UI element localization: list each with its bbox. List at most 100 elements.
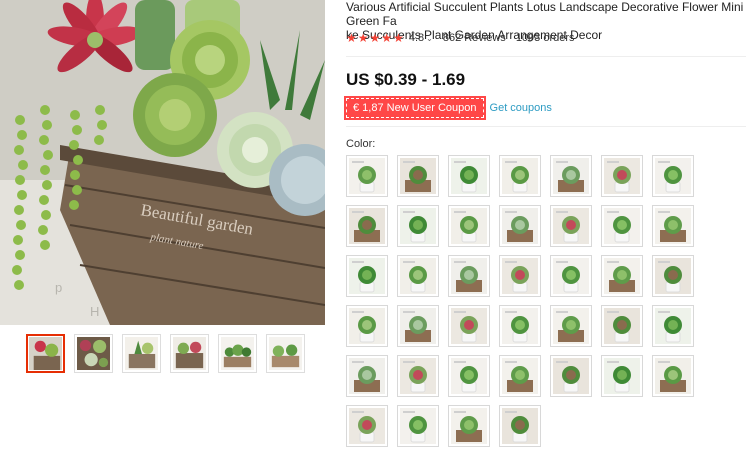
swatch-thumbnail — [502, 358, 538, 394]
color-swatch-jade-sprig[interactable] — [652, 305, 694, 347]
price: US $0.39 - 1.69 — [346, 70, 466, 89]
divider — [346, 56, 746, 57]
swatch-thumbnail — [400, 158, 436, 194]
color-swatch-barrel-cactus[interactable] — [550, 355, 592, 397]
succulent-arrangement-photo: Beautiful garden plant nature p H — [0, 0, 325, 325]
swatch-thumbnail — [400, 208, 436, 244]
color-swatch-coin-leaf[interactable] — [601, 305, 643, 347]
swatch-thumbnail — [451, 358, 487, 394]
chevron-down-icon[interactable]: ⌄ — [426, 34, 433, 43]
color-swatch-moss-box[interactable] — [499, 305, 541, 347]
swatch-thumbnail — [655, 358, 691, 394]
color-swatch-green-burst[interactable] — [397, 405, 439, 447]
color-swatch-round-rosette[interactable] — [652, 155, 694, 197]
color-swatch-small-leaf[interactable] — [448, 255, 490, 297]
color-swatch-potted-spiky[interactable] — [499, 155, 541, 197]
thumbnail-1[interactable] — [26, 334, 65, 373]
swatch-thumbnail — [502, 258, 538, 294]
color-swatch-yellow-flower[interactable] — [346, 405, 388, 447]
thumbnail-3[interactable] — [122, 334, 161, 373]
thumbnail-image — [173, 337, 206, 370]
color-swatch-clustered-buds[interactable] — [652, 355, 694, 397]
main-product-image[interactable]: Beautiful garden plant nature p H — [0, 0, 325, 325]
color-swatch-white-pot-rosette[interactable] — [601, 205, 643, 247]
thumbnail-2[interactable] — [74, 334, 113, 373]
star-icon: ★ — [346, 31, 357, 45]
color-swatch-tiny-succulent[interactable] — [499, 255, 541, 297]
swatch-thumbnail — [349, 208, 385, 244]
color-swatch-ball-cluster[interactable] — [448, 355, 490, 397]
color-swatch-tall-echeveria[interactable] — [601, 255, 643, 297]
rating-row: ★ ★ ★ ★ ★ 4.8 ⌄ 862 Reviews 1093 orders — [346, 32, 575, 44]
color-swatch-tall-grass[interactable] — [397, 355, 439, 397]
color-swatch-pink-pot-plant[interactable] — [346, 205, 388, 247]
color-swatch-dense-rosette[interactable] — [448, 305, 490, 347]
watermark-letter: H — [90, 304, 99, 319]
color-swatch-large-lotus[interactable] — [550, 305, 592, 347]
swatch-thumbnail — [553, 358, 589, 394]
color-swatch-cactus-trio[interactable] — [550, 255, 592, 297]
swatch-thumbnail — [502, 308, 538, 344]
color-swatch-spiky-grass[interactable] — [448, 205, 490, 247]
color-swatch-tall-plant-pink[interactable] — [499, 405, 541, 447]
color-swatch-pink-pot-stem[interactable] — [448, 405, 490, 447]
thumbnail-image — [77, 337, 110, 370]
color-swatch-star-rosette[interactable] — [397, 255, 439, 297]
thumbnail-image — [125, 337, 158, 370]
swatch-thumbnail — [400, 408, 436, 444]
color-swatch-spiky-aloe[interactable] — [499, 355, 541, 397]
swatch-thumbnail — [655, 308, 691, 344]
star-icon: ★ — [357, 31, 369, 45]
swatch-thumbnail — [502, 208, 538, 244]
swatch-thumbnail — [451, 258, 487, 294]
swatch-thumbnail — [604, 208, 640, 244]
color-label: Color: — [346, 138, 376, 150]
thumbnail-4[interactable] — [170, 334, 209, 373]
coupon-row: € 1,87 New User Coupon Get coupons — [344, 96, 552, 120]
product-gallery: Beautiful garden plant nature p H — [0, 0, 335, 457]
swatch-thumbnail — [604, 308, 640, 344]
swatch-thumbnail — [553, 158, 589, 194]
rating-stars: ★ ★ ★ ★ ★ — [346, 32, 404, 44]
color-swatch-gray-rosette[interactable] — [550, 155, 592, 197]
swatch-thumbnail — [604, 258, 640, 294]
thumbnail-5[interactable] — [218, 334, 257, 373]
swatch-thumbnail — [502, 158, 538, 194]
divider — [346, 126, 746, 127]
swatch-thumbnail — [349, 308, 385, 344]
thumbnail-image — [269, 337, 302, 370]
swatch-thumbnail — [604, 358, 640, 394]
swatch-thumbnail — [655, 208, 691, 244]
color-swatch-agave-star[interactable] — [550, 205, 592, 247]
new-user-coupon-badge[interactable]: € 1,87 New User Coupon — [344, 96, 486, 120]
color-swatch-green-cluster[interactable] — [448, 155, 490, 197]
star-icon: ★ — [381, 31, 393, 45]
swatch-thumbnail — [553, 258, 589, 294]
color-swatch-tree-succulent[interactable] — [601, 355, 643, 397]
swatch-thumbnail — [502, 408, 538, 444]
color-swatch-big-rosette[interactable] — [346, 255, 388, 297]
swatch-thumbnail — [349, 258, 385, 294]
swatch-thumbnail — [451, 158, 487, 194]
swatch-thumbnail — [451, 408, 487, 444]
color-swatch-round-leaves[interactable] — [346, 305, 388, 347]
color-swatch-star-grass[interactable] — [652, 255, 694, 297]
swatch-thumbnail — [349, 408, 385, 444]
reviews-count[interactable]: 862 Reviews — [443, 32, 506, 44]
get-coupons-link[interactable]: Get coupons — [490, 102, 552, 114]
swatch-thumbnail — [349, 158, 385, 194]
color-swatch-pink-rosette[interactable] — [601, 155, 643, 197]
star-icon: ★ — [393, 31, 404, 45]
color-swatch-aloe-fan[interactable] — [346, 355, 388, 397]
rating-value[interactable]: 4.8 — [409, 32, 424, 44]
thumbnail-6[interactable] — [266, 334, 305, 373]
product-info: Various Artificial Succulent Plants Lotu… — [344, 0, 750, 457]
color-swatch-white-pot-plant[interactable] — [346, 155, 388, 197]
color-swatch-green-lotus[interactable] — [397, 305, 439, 347]
color-swatch-green-flower[interactable] — [652, 205, 694, 247]
swatch-thumbnail — [400, 308, 436, 344]
color-swatch-aloe-cluster[interactable] — [499, 205, 541, 247]
swatch-thumbnail — [451, 308, 487, 344]
color-swatch-white-pot-spiky[interactable] — [397, 205, 439, 247]
color-swatch-box-rosette[interactable] — [397, 155, 439, 197]
